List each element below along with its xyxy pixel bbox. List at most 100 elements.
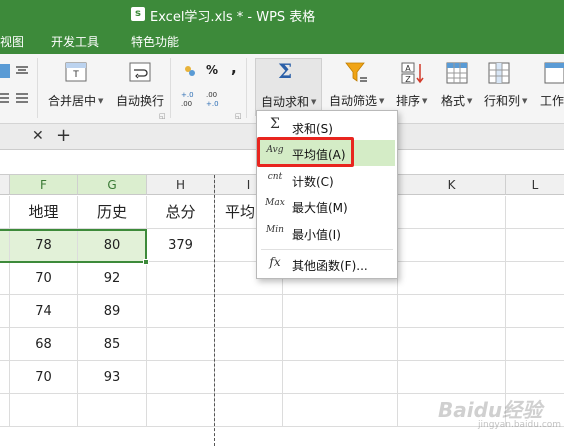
cell[interactable] — [147, 394, 215, 427]
cell[interactable] — [506, 361, 564, 394]
svg-text:A: A — [405, 64, 411, 73]
cell[interactable] — [398, 361, 506, 394]
alignment-dialog-launcher-icon[interactable]: ◱ — [159, 112, 166, 120]
cell[interactable] — [215, 295, 283, 328]
cell[interactable] — [0, 328, 10, 361]
cell[interactable] — [506, 328, 564, 361]
cell[interactable] — [283, 295, 398, 328]
table-cell[interactable]: 74 — [10, 295, 78, 328]
format-button[interactable]: 格式 ▼ — [441, 92, 472, 109]
cell[interactable] — [398, 295, 506, 328]
cell[interactable] — [147, 361, 215, 394]
increase-decimal-icon[interactable]: +.0 .00 — [181, 90, 201, 108]
cell-total-header[interactable]: 总分 — [147, 196, 215, 229]
cell[interactable] — [0, 295, 10, 328]
auto-sum-dropdown-menu: Σ 求和(S) Avg 平均值(A) cnt 计数(C) Max 最大值(M) … — [256, 110, 398, 279]
cell[interactable] — [215, 328, 283, 361]
cell[interactable] — [147, 295, 215, 328]
cell[interactable] — [283, 394, 398, 427]
worksheet-icon[interactable] — [544, 62, 564, 84]
table-cell[interactable]: 85 — [78, 328, 147, 361]
cell[interactable] — [398, 229, 506, 262]
column-header-l[interactable]: L — [506, 175, 564, 195]
sort-button[interactable]: 排序 ▼ — [396, 92, 427, 109]
sort-icon[interactable]: A Z — [401, 62, 425, 84]
cell[interactable] — [283, 328, 398, 361]
menu-item-label: 其他函数(F)... — [292, 259, 368, 273]
decrease-decimal-icon[interactable]: .00 +.0 — [206, 90, 226, 108]
window-title: Excel学习.xls * - WPS 表格 — [150, 10, 316, 25]
menu-bar: 视图 开发工具 特色功能 — [0, 28, 564, 54]
cell[interactable] — [398, 328, 506, 361]
column-header-e[interactable] — [0, 175, 10, 195]
watermark-url: jingyan.baidu.com — [478, 420, 562, 430]
table-cell[interactable]: 68 — [10, 328, 78, 361]
format-table-icon[interactable] — [446, 62, 468, 84]
table-cell[interactable]: 89 — [78, 295, 147, 328]
cell[interactable] — [506, 295, 564, 328]
menu-view[interactable]: 视图 — [0, 33, 24, 50]
cell[interactable] — [0, 394, 10, 427]
number-format-dialog-launcher-icon[interactable]: ◱ — [235, 112, 242, 120]
comma-style-button[interactable]: , — [231, 59, 237, 77]
wrap-text-button[interactable]: 自动换行 — [116, 92, 164, 109]
close-tab-icon[interactable]: ✕ — [32, 128, 44, 144]
cell[interactable] — [506, 229, 564, 262]
menu-special-features[interactable]: 特色功能 — [131, 33, 179, 50]
cell[interactable] — [78, 394, 147, 427]
merge-center-button[interactable]: 合并居中 ▼ — [48, 92, 103, 109]
menu-item-count[interactable]: cnt 计数(C) — [259, 167, 395, 193]
auto-sum-button[interactable]: 自动求和 ▼ — [261, 93, 316, 110]
svg-text:.00: .00 — [181, 100, 192, 108]
currency-format-icon[interactable] — [183, 64, 197, 78]
table-cell[interactable]: 70 — [10, 361, 78, 394]
column-header-k[interactable]: K — [398, 175, 506, 195]
function-icon: fx — [269, 255, 281, 269]
svg-text:Z: Z — [405, 75, 411, 84]
distribute-icon[interactable] — [0, 92, 10, 104]
cell[interactable] — [506, 196, 564, 229]
column-header-g[interactable]: G — [78, 175, 147, 195]
cell[interactable] — [398, 196, 506, 229]
cell[interactable] — [147, 262, 215, 295]
cell-geography-header[interactable]: 地理 — [10, 196, 78, 229]
menu-item-min[interactable]: Min 最小值(I) — [259, 220, 395, 246]
align-left-icon[interactable] — [0, 64, 10, 78]
table-cell[interactable]: 92 — [78, 262, 147, 295]
menu-item-other-functions[interactable]: fx 其他函数(F)... — [259, 251, 395, 277]
menu-developer-tools[interactable]: 开发工具 — [51, 33, 99, 50]
cell[interactable] — [0, 196, 10, 229]
cell[interactable] — [398, 262, 506, 295]
cell[interactable] — [283, 361, 398, 394]
cell[interactable] — [506, 262, 564, 295]
column-header-h[interactable]: H — [147, 175, 215, 195]
cell[interactable] — [0, 262, 10, 295]
align-justify-icon[interactable] — [15, 92, 29, 104]
rows-columns-icon[interactable] — [488, 62, 510, 84]
page-break-line — [214, 175, 215, 446]
cell-history-header[interactable]: 历史 — [78, 196, 147, 229]
table-cell-total[interactable]: 379 — [147, 229, 215, 262]
table-cell[interactable]: 93 — [78, 361, 147, 394]
cell[interactable] — [215, 361, 283, 394]
cell[interactable] — [147, 328, 215, 361]
cell[interactable] — [0, 361, 10, 394]
wrap-text-icon[interactable] — [129, 62, 151, 82]
title-bar: s Excel学习.xls * - WPS 表格 — [0, 0, 564, 28]
sigma-icon[interactable]: Σ — [278, 59, 292, 83]
fill-handle[interactable] — [143, 259, 149, 265]
cell[interactable] — [10, 394, 78, 427]
worksheet-button[interactable]: 工作 — [540, 92, 564, 109]
merge-center-icon[interactable]: T — [65, 62, 87, 82]
auto-filter-button[interactable]: 自动筛选 ▼ — [329, 92, 384, 109]
menu-item-max[interactable]: Max 最大值(M) — [259, 193, 395, 219]
percent-style-button[interactable]: % — [206, 63, 218, 77]
cell[interactable] — [215, 394, 283, 427]
align-center-icon[interactable] — [15, 66, 29, 76]
menu-divider — [261, 249, 393, 250]
table-cell[interactable]: 70 — [10, 262, 78, 295]
rows-columns-button[interactable]: 行和列 ▼ — [484, 92, 527, 109]
column-header-f[interactable]: F — [10, 175, 78, 195]
filter-funnel-icon[interactable] — [345, 62, 369, 84]
new-tab-icon[interactable]: + — [56, 125, 71, 146]
